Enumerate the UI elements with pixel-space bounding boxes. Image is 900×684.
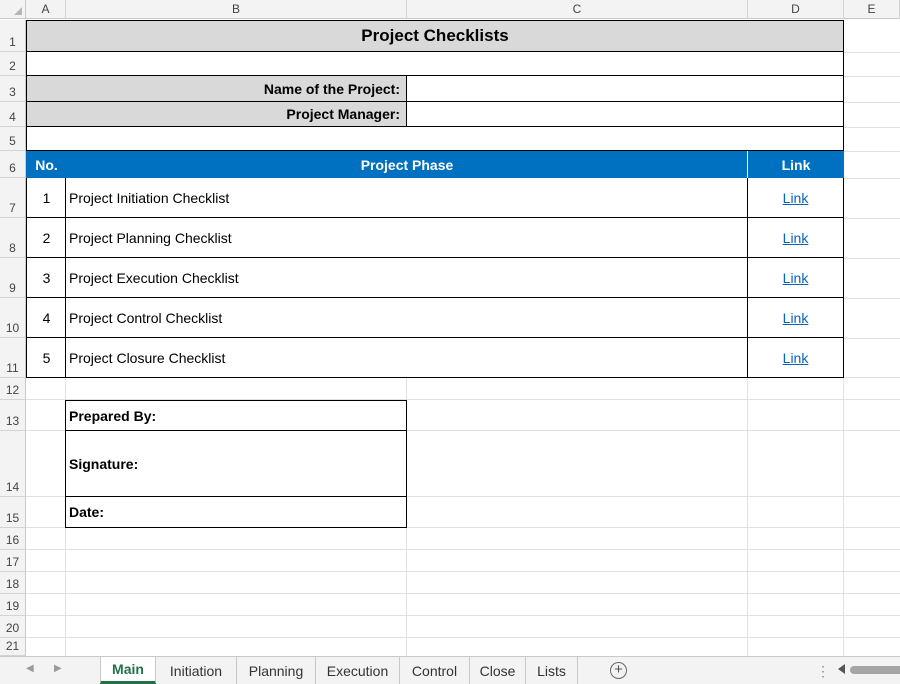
row-header[interactable]: 20	[0, 616, 26, 638]
row-header[interactable]: 7	[0, 178, 26, 218]
header-no: No.	[26, 151, 66, 178]
column-header-e[interactable]: E	[844, 0, 900, 19]
row-header[interactable]: 21	[0, 638, 26, 656]
gridline	[844, 52, 900, 53]
row-header[interactable]: 19	[0, 594, 26, 616]
gridline	[26, 593, 900, 594]
vertical-dots-icon[interactable]: ⋮	[816, 663, 830, 680]
gridline	[844, 178, 900, 179]
row-header[interactable]: 5	[0, 127, 26, 151]
row-header[interactable]: 6	[0, 151, 26, 178]
row-header[interactable]: 4	[0, 102, 26, 127]
tab-control[interactable]: Control	[400, 657, 470, 684]
row-number: 3	[26, 258, 66, 298]
row-number: 5	[26, 338, 66, 378]
link-control[interactable]: Link	[747, 298, 844, 338]
gridline	[844, 218, 900, 219]
gridline	[844, 258, 900, 259]
gridline	[844, 76, 900, 77]
phase-planning[interactable]: Project Planning Checklist	[65, 218, 748, 258]
tab-execution[interactable]: Execution	[316, 657, 400, 684]
gridline	[26, 571, 900, 572]
signature-field[interactable]: Signature:	[65, 430, 407, 497]
row-header[interactable]: 15	[0, 497, 26, 528]
row-number: 2	[26, 218, 66, 258]
row-header[interactable]: 3	[0, 76, 26, 102]
link-execution[interactable]: Link	[747, 258, 844, 298]
phase-closure[interactable]: Project Closure Checklist	[65, 338, 748, 378]
header-link: Link	[747, 151, 844, 178]
row-header[interactable]: 10	[0, 298, 26, 338]
tab-initiation[interactable]: Initiation	[156, 657, 237, 684]
project-manager-field[interactable]	[406, 102, 844, 127]
select-all-corner[interactable]	[0, 0, 26, 19]
tab-main[interactable]: Main	[100, 657, 156, 684]
date-field[interactable]: Date:	[65, 496, 407, 528]
row-header[interactable]: 12	[0, 378, 26, 400]
column-header-c[interactable]: C	[407, 0, 748, 19]
row-number: 1	[26, 178, 66, 218]
project-manager-label: Project Manager:	[26, 102, 407, 127]
row-header[interactable]: 11	[0, 338, 26, 378]
row-header[interactable]: 9	[0, 258, 26, 298]
tab-close[interactable]: Close	[470, 657, 526, 684]
row-number: 4	[26, 298, 66, 338]
chevron-right-icon[interactable]: ▶	[54, 663, 62, 674]
column-header-d[interactable]: D	[748, 0, 844, 19]
row-header[interactable]: 13	[0, 400, 26, 431]
column-header-b[interactable]: B	[66, 0, 407, 19]
gridline	[26, 549, 900, 550]
row-header[interactable]: 8	[0, 218, 26, 258]
gridline	[26, 637, 900, 638]
plus-circle-icon[interactable]: +	[610, 662, 627, 679]
row-header[interactable]: 2	[0, 52, 26, 76]
link-planning[interactable]: Link	[747, 218, 844, 258]
gridline	[844, 127, 900, 128]
tab-planning[interactable]: Planning	[237, 657, 316, 684]
gridline	[844, 338, 900, 339]
tab-lists[interactable]: Lists	[526, 657, 578, 684]
chevron-left-icon[interactable]: ◀	[26, 663, 34, 674]
gridline	[844, 298, 900, 299]
header-project-phase: Project Phase	[65, 151, 748, 178]
row-header[interactable]: 18	[0, 572, 26, 594]
scroll-left-icon[interactable]	[838, 664, 845, 674]
project-name-field[interactable]	[406, 76, 844, 102]
row-header[interactable]: 1	[0, 20, 26, 52]
phase-control[interactable]: Project Control Checklist	[65, 298, 748, 338]
blank-row[interactable]	[26, 52, 844, 76]
blank-row[interactable]	[26, 127, 844, 151]
gridline	[844, 102, 900, 103]
header-separator	[747, 151, 748, 178]
link-closure[interactable]: Link	[747, 338, 844, 378]
project-name-label: Name of the Project:	[26, 76, 407, 102]
phase-execution[interactable]: Project Execution Checklist	[65, 258, 748, 298]
sheet-title[interactable]: Project Checklists	[26, 20, 844, 52]
row-header[interactable]: 16	[0, 528, 26, 550]
row-header[interactable]: 14	[0, 431, 26, 497]
horizontal-scrollbar-thumb[interactable]	[850, 666, 900, 674]
phase-initiation[interactable]: Project Initiation Checklist	[65, 178, 748, 218]
gridline	[26, 615, 900, 616]
prepared-by-field[interactable]: Prepared By:	[65, 400, 407, 431]
gridline	[844, 151, 900, 152]
link-initiation[interactable]: Link	[747, 178, 844, 218]
row-header[interactable]: 17	[0, 550, 26, 572]
sheet-tab-bar: ◀ ▶ Main Initiation Planning Execution C…	[0, 656, 900, 684]
column-header-a[interactable]: A	[26, 0, 66, 19]
